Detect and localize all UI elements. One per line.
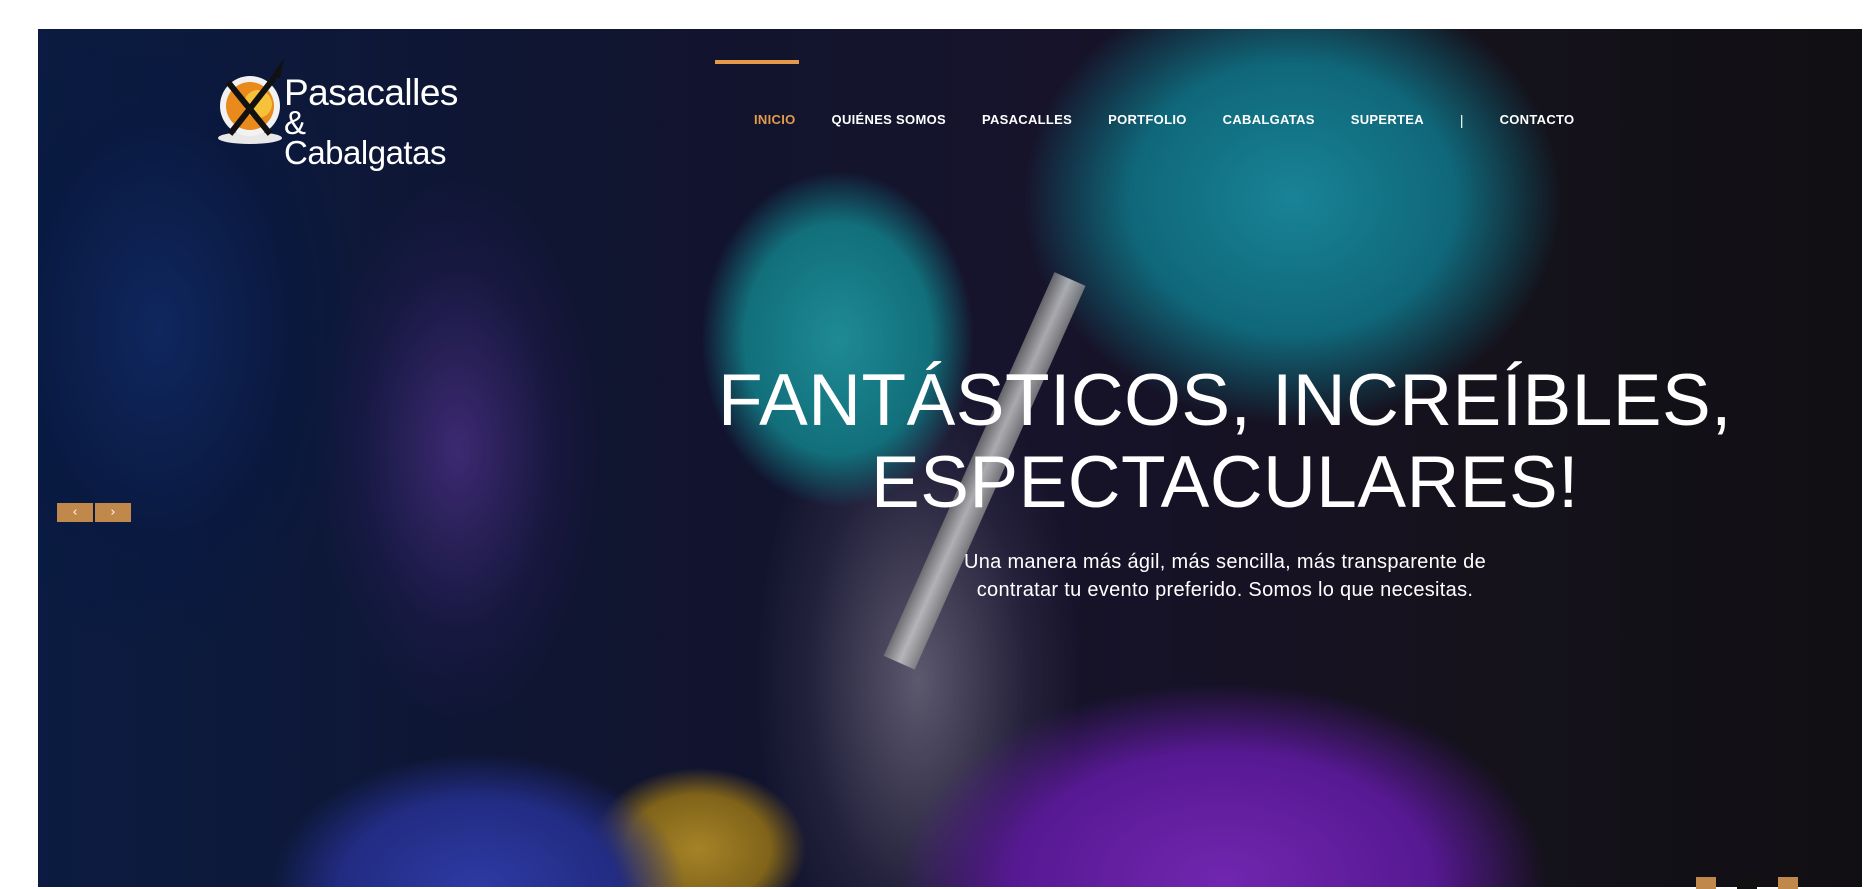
hero-headline-line-2: ESPECTACULARES!: [871, 442, 1579, 523]
chevron-left-icon: ‹: [72, 505, 78, 520]
logo-line-1: Pasacalles: [284, 72, 458, 113]
nav-item-quienes-somos[interactable]: QUIÉNES SOMOS: [814, 90, 964, 150]
logo-line-2: & Cabalgatas: [284, 104, 446, 171]
slider-dot-2[interactable]: [1737, 877, 1757, 889]
slider-prev-button[interactable]: ‹: [57, 503, 93, 522]
chevron-right-icon: ›: [110, 505, 116, 520]
nav-item-cabalgatas[interactable]: CABALGATAS: [1205, 90, 1333, 150]
slider-arrows: ‹ ›: [57, 503, 131, 522]
slider-dot-3[interactable]: [1778, 877, 1798, 889]
slider-dot-1[interactable]: [1696, 877, 1716, 889]
nav-separator: |: [1459, 112, 1464, 128]
nav-item-supertea[interactable]: SUPERTEA: [1333, 90, 1442, 150]
slider-pagination: [1696, 877, 1798, 889]
hero-subtitle-line-2: contratar tu evento preferido. Somos lo …: [976, 579, 1474, 601]
hero-subtitle: Una manera más ágil, más sencilla, más t…: [900, 548, 1550, 604]
nav-item-portfolio[interactable]: PORTFOLIO: [1090, 90, 1205, 150]
logo-emblem-icon: [218, 58, 284, 144]
nav-item-pasacalles[interactable]: PASACALLES: [964, 90, 1090, 150]
site-logo[interactable]: Pasacalles & Cabalgatas: [214, 38, 458, 169]
slider-next-button[interactable]: ›: [95, 503, 131, 522]
nav-item-inicio[interactable]: INICIO: [715, 60, 814, 150]
nav-item-contacto[interactable]: CONTACTO: [1482, 90, 1593, 150]
hero-subtitle-line-1: Una manera más ágil, más sencilla, más t…: [964, 551, 1486, 573]
hero-headline: FANTÁSTICOS, INCREÍBLES, ESPECTACULARES!: [700, 360, 1750, 524]
logo-text: Pasacalles & Cabalgatas: [284, 72, 458, 171]
main-navigation: INICIO QUIÉNES SOMOS PASACALLES PORTFOLI…: [715, 60, 1593, 150]
hero-headline-line-1: FANTÁSTICOS, INCREÍBLES,: [718, 360, 1732, 441]
